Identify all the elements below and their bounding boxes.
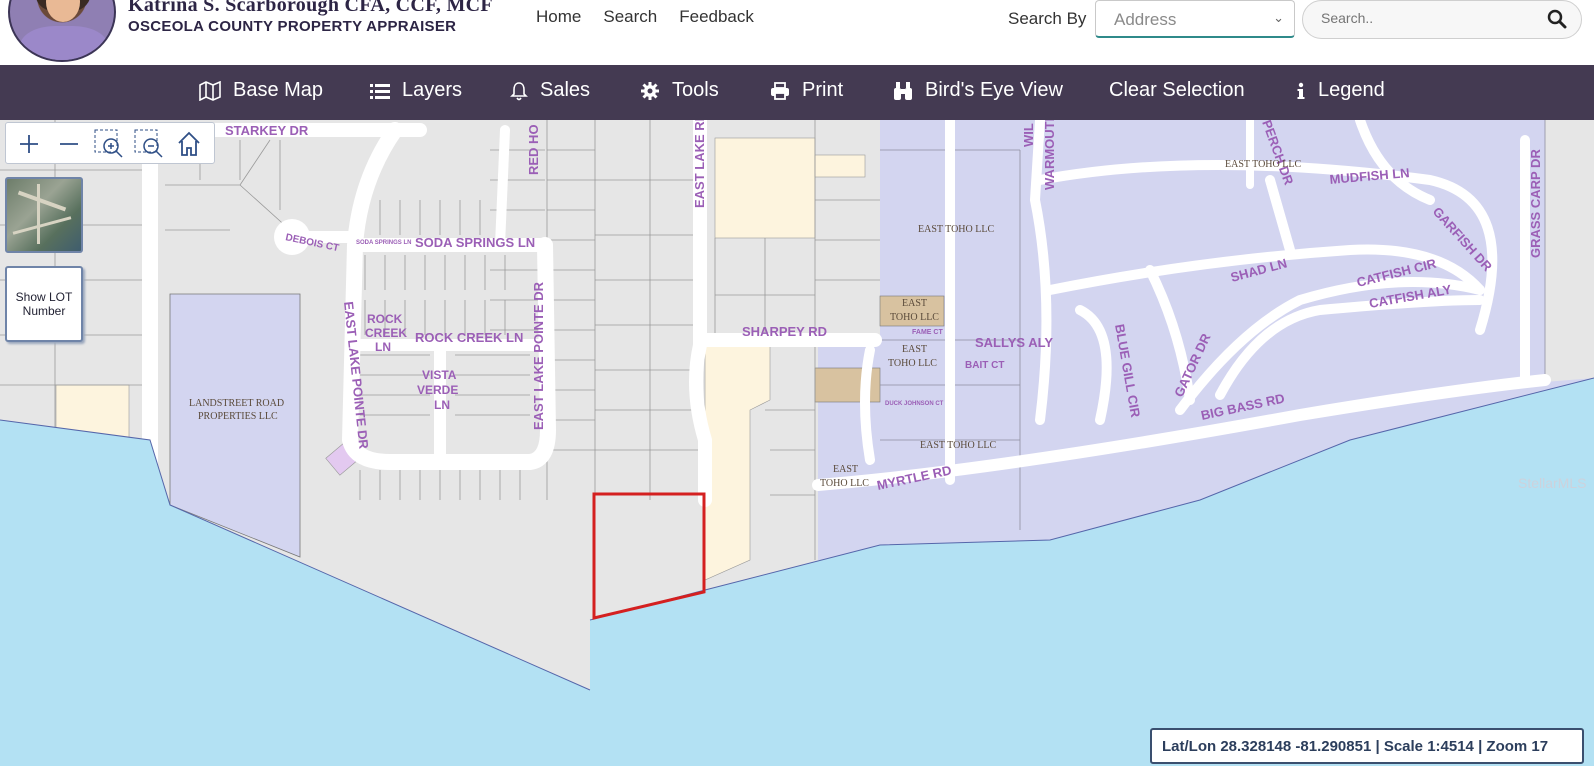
zoom-in-icon[interactable] <box>14 129 44 159</box>
list-icon <box>370 83 390 99</box>
nav-feedback-link[interactable]: Feedback <box>679 7 754 27</box>
base-map-label: Base Map <box>233 79 324 101</box>
street-label: DUCK JOHNSON CT <box>885 401 944 407</box>
zoom-box-in-icon[interactable] <box>94 129 124 159</box>
info-icon <box>1297 82 1305 99</box>
street-label: ROCK CREEK LN <box>415 330 523 345</box>
appraiser-name: Katrina S. Scarborough CFA, CCF, MCF <box>128 0 493 16</box>
street-label: RED HO <box>526 124 541 175</box>
street-label: FAME CT <box>912 329 943 336</box>
tools-button[interactable]: Tools <box>640 79 719 102</box>
binoculars-icon <box>894 81 912 100</box>
clear-selection-button[interactable]: Clear Selection <box>1109 79 1245 102</box>
layers-button[interactable]: Layers <box>370 79 462 102</box>
base-map-button[interactable]: Base Map <box>199 79 323 102</box>
zoom-out-icon[interactable] <box>54 129 84 159</box>
basemap-thumbnail[interactable] <box>5 177 83 253</box>
street-label: SALLYS ALY <box>975 335 1053 350</box>
search-icon[interactable] <box>1547 9 1567 29</box>
appraiser-photo <box>8 0 116 62</box>
zoom-controls <box>5 122 215 164</box>
street-label: WARMOUTH <box>1042 120 1057 190</box>
street-label: STARKEY DR <box>225 123 309 138</box>
print-button[interactable]: Print <box>770 79 843 102</box>
street-label: SHARPEY RD <box>742 324 827 339</box>
clear-selection-label: Clear Selection <box>1109 79 1245 101</box>
street-label: SODA SPRINGS LN <box>356 240 411 246</box>
layers-label: Layers <box>402 79 463 101</box>
parcel-map: STARKEY DR RED HO DEBOIS CT SODA SPRINGS… <box>0 120 1594 766</box>
search-box[interactable] <box>1302 0 1582 39</box>
search-by-label: Search By <box>1008 9 1087 28</box>
owner-label: EAST TOHO LLC <box>918 224 994 235</box>
birds-eye-label: Bird's Eye View <box>925 79 1063 101</box>
owner-label: EAST TOHO LLC <box>920 440 996 451</box>
gear-icon <box>641 81 659 100</box>
toolbar: Base Map Layers Sales Tools Print Bird's… <box>0 65 1594 120</box>
nav-home-link[interactable]: Home <box>536 7 581 27</box>
map-canvas[interactable]: STARKEY DR RED HO DEBOIS CT SODA SPRINGS… <box>0 120 1594 766</box>
watermark: StellarMLS <box>1518 475 1587 491</box>
street-label: WIL <box>1021 123 1036 147</box>
printer-icon <box>771 81 789 100</box>
show-lot-number-button[interactable]: Show LOT Number <box>5 266 83 342</box>
street-label: EAST LAKE RD <box>692 120 707 208</box>
coordinate-readout: Lat/Lon 28.328148 -81.290851 | Scale 1:4… <box>1150 728 1584 764</box>
nav-search-link[interactable]: Search <box>603 7 657 27</box>
sales-button[interactable]: Sales <box>510 79 590 102</box>
print-label: Print <box>802 79 844 101</box>
top-nav: Home Search Feedback <box>536 7 776 27</box>
home-icon[interactable] <box>174 129 204 159</box>
street-label: SODA SPRINGS LN <box>415 235 535 250</box>
tools-label: Tools <box>672 79 719 101</box>
birds-eye-button[interactable]: Bird's Eye View <box>893 79 1063 102</box>
zoom-box-out-icon[interactable] <box>134 129 164 159</box>
legend-button[interactable]: Legend <box>1296 79 1385 102</box>
chevron-down-icon: ⌄ <box>1273 10 1284 25</box>
search-by-value: Address <box>1114 10 1177 29</box>
owner-label: EAST TOHO LLC <box>1225 159 1301 170</box>
sales-label: Sales <box>540 79 591 101</box>
search-input[interactable] <box>1321 10 1521 26</box>
street-label: GRASS CARP DR <box>1528 149 1543 258</box>
map-icon <box>199 80 221 101</box>
office-name: OSCEOLA COUNTY PROPERTY APPRAISER <box>128 18 457 35</box>
street-label: BAIT CT <box>965 360 1004 371</box>
bell-icon <box>510 81 528 100</box>
header: Katrina S. Scarborough CFA, CCF, MCF OSC… <box>0 0 1594 65</box>
street-label: EAST LAKE POINTE DR <box>531 281 546 430</box>
legend-label: Legend <box>1318 79 1385 101</box>
search-by-select[interactable]: Address ⌄ <box>1095 0 1295 38</box>
